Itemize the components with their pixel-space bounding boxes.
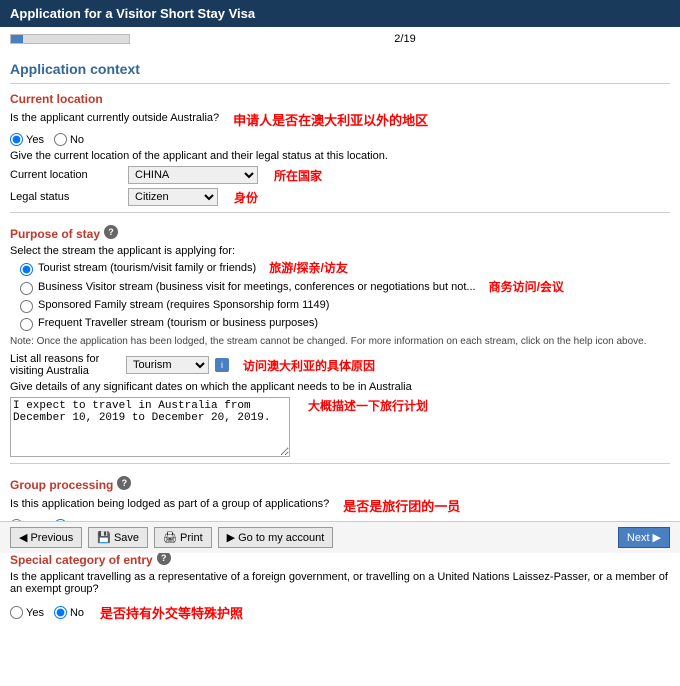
divider-1	[10, 83, 670, 84]
print-button[interactable]: 🖨 Print	[154, 527, 212, 548]
outside-australia-radio-group: Yes No	[10, 133, 670, 146]
current-location-row: Current location CHINA AUSTRALIA UNITED …	[10, 166, 670, 184]
sponsored-stream-label: Sponsored Family stream (requires Sponso…	[38, 298, 329, 312]
bottom-bar: ◀ Previous 💾 Save 🖨 Print ▶ Go to my acc…	[0, 521, 680, 553]
tourist-stream-item[interactable]: Tourist stream (tourism/visit family or …	[20, 261, 670, 277]
save-icon: 💾	[97, 531, 111, 544]
special-question-row: Is the applicant travelling as a represe…	[10, 571, 670, 599]
stream-note: Note: Once the application has been lodg…	[10, 335, 670, 349]
purpose-of-stay-title: Purpose of stay	[10, 227, 100, 241]
outside-yes-text: Yes	[26, 134, 44, 146]
legal-status-select[interactable]: Citizen Permanent Resident Temporary Res…	[128, 188, 218, 206]
visit-reason-label: List all reasons for visiting Australia	[10, 353, 120, 377]
main-content: Application context Current location Is …	[0, 51, 680, 686]
app-title: Application for a Visitor Short Stay Vis…	[10, 6, 255, 21]
dates-annotation: 大概描述一下旅行计划	[308, 397, 428, 414]
legal-annotation: 身份	[234, 189, 258, 206]
dates-label: Give details of any significant dates on…	[10, 381, 670, 393]
special-category-title: Special category of entry	[10, 553, 153, 567]
outside-no-radio[interactable]	[54, 133, 67, 146]
save-button[interactable]: 💾 Save	[88, 527, 148, 548]
outside-no-label[interactable]: No	[54, 133, 84, 146]
sponsored-stream-item[interactable]: Sponsored Family stream (requires Sponso…	[20, 298, 670, 313]
special-radio-group: Yes No 是否持有外交等特殊护照	[10, 603, 670, 622]
visit-reason-select[interactable]: Tourism Business Family Visit Conference…	[126, 356, 209, 374]
progress-bar-fill	[11, 35, 23, 43]
divider-3	[10, 463, 670, 464]
print-icon: 🖨	[163, 531, 177, 544]
group-question-row: Is this application being lodged as part…	[10, 496, 670, 515]
previous-label: Previous	[30, 532, 73, 544]
visit-reason-info-icon[interactable]: i	[215, 358, 229, 372]
tourist-annotation: 旅游/探亲/访友	[269, 261, 348, 277]
prev-icon: ◀	[19, 531, 27, 544]
dates-row: I expect to travel in Australia from Dec…	[10, 397, 670, 457]
special-yes-text: Yes	[26, 607, 44, 619]
next-button[interactable]: Next ▶	[618, 527, 670, 548]
special-no-label[interactable]: No	[54, 606, 84, 619]
dates-textarea[interactable]: I expect to travel in Australia from Dec…	[10, 397, 290, 457]
group-help-icon[interactable]: ?	[117, 476, 131, 490]
purpose-question: Select the stream the applicant is apply…	[10, 245, 670, 257]
visit-reason-annotation: 访问澳大利亚的具体原因	[243, 357, 375, 374]
divider-2	[10, 212, 670, 213]
next-label: Next	[627, 532, 650, 544]
outside-australia-row: Is the applicant currently outside Austr…	[10, 110, 670, 129]
special-no-text: No	[70, 607, 84, 619]
business-annotation: 商务访问/会议	[489, 280, 564, 296]
special-no-radio[interactable]	[54, 606, 67, 619]
go-to-account-label: Go to my account	[238, 532, 324, 544]
frequent-stream-label: Frequent Traveller stream (tourism or bu…	[38, 316, 318, 330]
location-sub-text: Give the current location of the applica…	[10, 150, 670, 162]
special-question: Is the applicant travelling as a represe…	[10, 571, 670, 595]
title-bar: Application for a Visitor Short Stay Vis…	[0, 0, 680, 27]
current-location-title: Current location	[10, 92, 670, 106]
group-processing-title: Group processing	[10, 478, 113, 492]
special-help-icon[interactable]: ?	[157, 551, 171, 565]
account-icon: ▶	[227, 531, 235, 544]
visit-reason-row: List all reasons for visiting Australia …	[10, 353, 670, 377]
group-header: Group processing ?	[10, 470, 670, 496]
outside-australia-question: Is the applicant currently outside Austr…	[10, 112, 219, 124]
business-stream-label: Business Visitor stream (business visit …	[38, 280, 476, 294]
progress-container: 2/19	[0, 27, 680, 51]
special-yes-radio[interactable]	[10, 606, 23, 619]
current-location-label: Current location	[10, 169, 120, 181]
stream-list: Tourist stream (tourism/visit family or …	[20, 261, 670, 331]
group-question: Is this application being lodged as part…	[10, 498, 329, 510]
business-stream-radio[interactable]	[20, 282, 33, 295]
business-stream-item[interactable]: Business Visitor stream (business visit …	[20, 280, 670, 296]
special-yes-label[interactable]: Yes	[10, 606, 44, 619]
frequent-stream-radio[interactable]	[20, 318, 33, 331]
progress-bar-background	[10, 34, 130, 44]
outside-no-text: No	[70, 134, 84, 146]
legal-status-label: Legal status	[10, 191, 120, 203]
section-app-context: Application context	[10, 61, 670, 77]
group-annotation: 是否是旅行团的一员	[343, 496, 460, 515]
print-label: Print	[180, 532, 203, 544]
previous-button[interactable]: ◀ Previous	[10, 527, 82, 548]
purpose-header: Purpose of stay ?	[10, 219, 670, 245]
frequent-stream-item[interactable]: Frequent Traveller stream (tourism or bu…	[20, 316, 670, 331]
go-to-account-button[interactable]: ▶ Go to my account	[218, 527, 334, 548]
tourist-stream-radio[interactable]	[20, 263, 33, 276]
outside-yes-radio[interactable]	[10, 133, 23, 146]
page-counter: 2/19	[140, 33, 670, 45]
outside-australia-annotation: 申请人是否在澳大利亚以外的地区	[233, 110, 428, 129]
outside-yes-label[interactable]: Yes	[10, 133, 44, 146]
legal-status-row: Legal status Citizen Permanent Resident …	[10, 188, 670, 206]
current-location-select[interactable]: CHINA AUSTRALIA UNITED STATES UNITED KIN…	[128, 166, 258, 184]
next-icon: ▶	[653, 531, 661, 544]
save-label: Save	[114, 532, 139, 544]
sponsored-stream-radio[interactable]	[20, 300, 33, 313]
special-annotation: 是否持有外交等特殊护照	[100, 603, 243, 622]
location-annotation: 所在国家	[274, 167, 322, 184]
purpose-help-icon[interactable]: ?	[104, 225, 118, 239]
tourist-stream-label: Tourist stream (tourism/visit family or …	[38, 261, 256, 275]
